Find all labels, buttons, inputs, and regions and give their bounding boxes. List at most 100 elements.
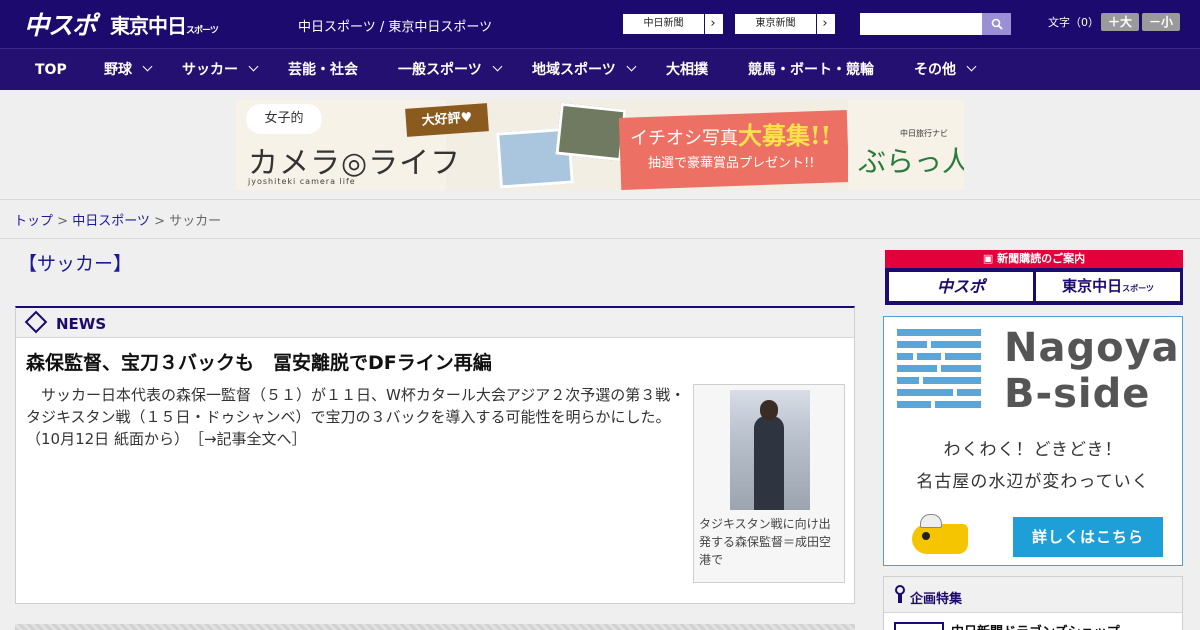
nav-label: その他 xyxy=(914,62,956,78)
logo-bar xyxy=(897,365,937,372)
fish-eye xyxy=(922,532,930,540)
logo-bar xyxy=(923,377,981,384)
feature-thumbnail[interactable] xyxy=(894,622,944,630)
breadcrumb-sep: > xyxy=(53,214,73,229)
news-header: NEWS xyxy=(16,308,854,338)
feature-section: 企画特集 中日新聞ドラゴンズショップ xyxy=(883,576,1183,630)
nav-label: 一般スポーツ xyxy=(398,62,482,78)
article-summary: サッカー日本代表の森保一監督（５１）が１１日、W杯カタール大会アジア２次予選の第… xyxy=(26,384,686,450)
chevron-down-icon xyxy=(966,61,977,72)
fish-hat xyxy=(920,514,942,528)
nav-soccer[interactable]: サッカー xyxy=(182,49,259,91)
nav-regional-sports[interactable]: 地域スポーツ xyxy=(532,49,637,91)
nav-general-sports[interactable]: 一般スポーツ xyxy=(398,49,503,91)
font-smaller-button[interactable]: －小 xyxy=(1142,13,1180,31)
nav-top[interactable]: TOP xyxy=(35,49,67,91)
ribbon-icon-tail xyxy=(898,594,902,603)
breadcrumb-home[interactable]: トップ xyxy=(14,214,53,229)
logo-bar xyxy=(917,353,941,360)
news-box: NEWS 森保監督、宝刀３バックも 冨安離脱でDFライン再編 サッカー日本代表の… xyxy=(15,306,855,604)
tokyo-shimbun-link[interactable]: 東京新聞 › xyxy=(734,13,836,35)
nav-entertainment[interactable]: 芸能・社会 xyxy=(288,49,358,91)
search-icon xyxy=(991,18,1003,30)
logo-bar xyxy=(957,389,981,396)
page-title: 【サッカー】 xyxy=(18,253,133,275)
logo-bar xyxy=(897,329,981,336)
news-icon xyxy=(24,310,48,334)
fish-body xyxy=(912,524,968,554)
search-button[interactable] xyxy=(982,13,1011,35)
promo-title-line2: B-side xyxy=(1004,371,1151,417)
banner-sponsor-small: 中日旅行ナビ xyxy=(900,129,948,138)
nav-label: 競馬・ボート・競輪 xyxy=(748,62,874,78)
chunichi-shimbun-link[interactable]: 中日新聞 › xyxy=(622,13,724,35)
feature-header: 企画特集 xyxy=(884,577,1182,613)
divider xyxy=(0,238,1200,239)
breadcrumb-section[interactable]: 中日スポーツ xyxy=(72,214,150,229)
chevron-down-icon xyxy=(142,61,153,72)
newspaper-icon: ▣ xyxy=(982,252,998,265)
tokyo-chunichi-logo-text: 東京中日 xyxy=(110,14,187,38)
logo-bar xyxy=(897,341,927,348)
banner-sponsor: 中日旅行ナビ ぶらっ人 xyxy=(848,100,964,190)
nav-label: 芸能・社会 xyxy=(288,62,358,78)
font-larger-button[interactable]: ＋大 xyxy=(1101,13,1139,31)
promo-title-line1: Nagoya xyxy=(1004,325,1180,371)
banner-bubble: 女子的 xyxy=(246,104,322,134)
nagoya-bside-promo[interactable]: Nagoya B-side わくわく！どきどき！ 名古屋の水辺が変わっていく 詳し… xyxy=(883,316,1183,566)
logo-bar xyxy=(931,341,981,348)
nav-sumo[interactable]: 大相撲 xyxy=(666,49,708,91)
nav-label: サッカー xyxy=(182,62,238,78)
banner-headline: イチオシ写真大募集!! xyxy=(630,116,831,151)
nav-other[interactable]: その他 xyxy=(914,49,977,91)
logo-bar xyxy=(897,353,913,360)
breadcrumb: トップ > 中日スポーツ > サッカー xyxy=(14,210,221,229)
logo-bar xyxy=(935,401,981,408)
read-more-link[interactable]: ［→記事全文へ］ xyxy=(196,430,306,448)
subscribe-chunichi-button[interactable]: 中スポ xyxy=(889,272,1033,301)
banner-photo xyxy=(555,102,627,162)
nav-label: 野球 xyxy=(104,62,132,78)
article-photo-box: タジキスタン戦に向け出発する森保監督＝成田空港で xyxy=(693,384,845,583)
banner-prize: 抽選で豪華賞品プレゼント!! xyxy=(648,156,815,171)
nav-label: 大相撲 xyxy=(666,62,708,78)
article-photo[interactable] xyxy=(730,390,810,510)
font-size-label: 文字（0） xyxy=(1048,16,1099,29)
logo-bar xyxy=(897,377,919,384)
feature-label: 企画特集 xyxy=(910,592,963,607)
subscription-box: ▣ 新聞購読のご案内 中スポ 東京中日スポーツ xyxy=(885,250,1183,305)
banner-title: カメラ◎ライフ xyxy=(248,146,462,181)
news-label: NEWS xyxy=(56,315,107,333)
logo-bar xyxy=(897,389,953,396)
promo-details-button[interactable]: 詳しくはこちら xyxy=(1013,517,1163,557)
banner-headline-pre: イチオシ写真 xyxy=(630,128,738,149)
chevron-down-icon xyxy=(248,61,259,72)
mascot-fish-icon xyxy=(912,514,972,556)
tokyo-shimbun-label: 東京新聞 xyxy=(735,14,817,34)
bside-logo-bars xyxy=(897,329,983,413)
photo-figure-head xyxy=(760,400,778,420)
promo-description: 名古屋の水辺が変わっていく xyxy=(916,472,1150,492)
nav-racing[interactable]: 競馬・ボート・競輪 xyxy=(748,49,874,91)
chunichi-sports-logo[interactable]: 中スポ xyxy=(24,6,97,42)
chevron-down-icon xyxy=(626,61,637,72)
chevron-right-icon: › xyxy=(710,16,716,31)
banner-area: 女子的 カメラ◎ライフ jyoshiteki camera life 大好評♥ … xyxy=(0,90,1200,200)
top-header: 中スポ 東京中日スポーツ 中日スポーツ / 東京中日スポーツ 中日新聞 › 東京… xyxy=(0,0,1200,48)
nav-label: TOP xyxy=(35,62,67,78)
camera-life-banner[interactable]: 女子的 カメラ◎ライフ jyoshiteki camera life 大好評♥ … xyxy=(236,100,964,190)
banner-subtitle: jyoshiteki camera life xyxy=(248,177,356,186)
article-headline[interactable]: 森保監督、宝刀３バックも 冨安離脱でDFライン再編 xyxy=(26,348,492,375)
subscribe-tokyo-button[interactable]: 東京中日スポーツ xyxy=(1036,272,1180,301)
tokyo-chunichi-logo[interactable]: 東京中日スポーツ xyxy=(110,10,219,39)
feature-item-link[interactable]: 中日新聞ドラゴンズショップ xyxy=(951,621,1120,630)
chunichi-shimbun-label: 中日新聞 xyxy=(623,14,705,34)
subscription-header-text: 新聞購読のご案内 xyxy=(997,252,1086,265)
site-links[interactable]: 中日スポーツ / 東京中日スポーツ xyxy=(298,16,492,35)
logo-bar xyxy=(941,365,981,372)
ribbon-icon xyxy=(895,585,905,603)
promo-tagline: わくわく！どきどき！ xyxy=(943,440,1123,460)
nav-baseball[interactable]: 野球 xyxy=(104,49,153,91)
main-nav: TOP 野球 サッカー 芸能・社会 一般スポーツ 地域スポーツ 大相撲 競馬・ボ… xyxy=(0,48,1200,90)
search-input[interactable] xyxy=(860,13,982,35)
